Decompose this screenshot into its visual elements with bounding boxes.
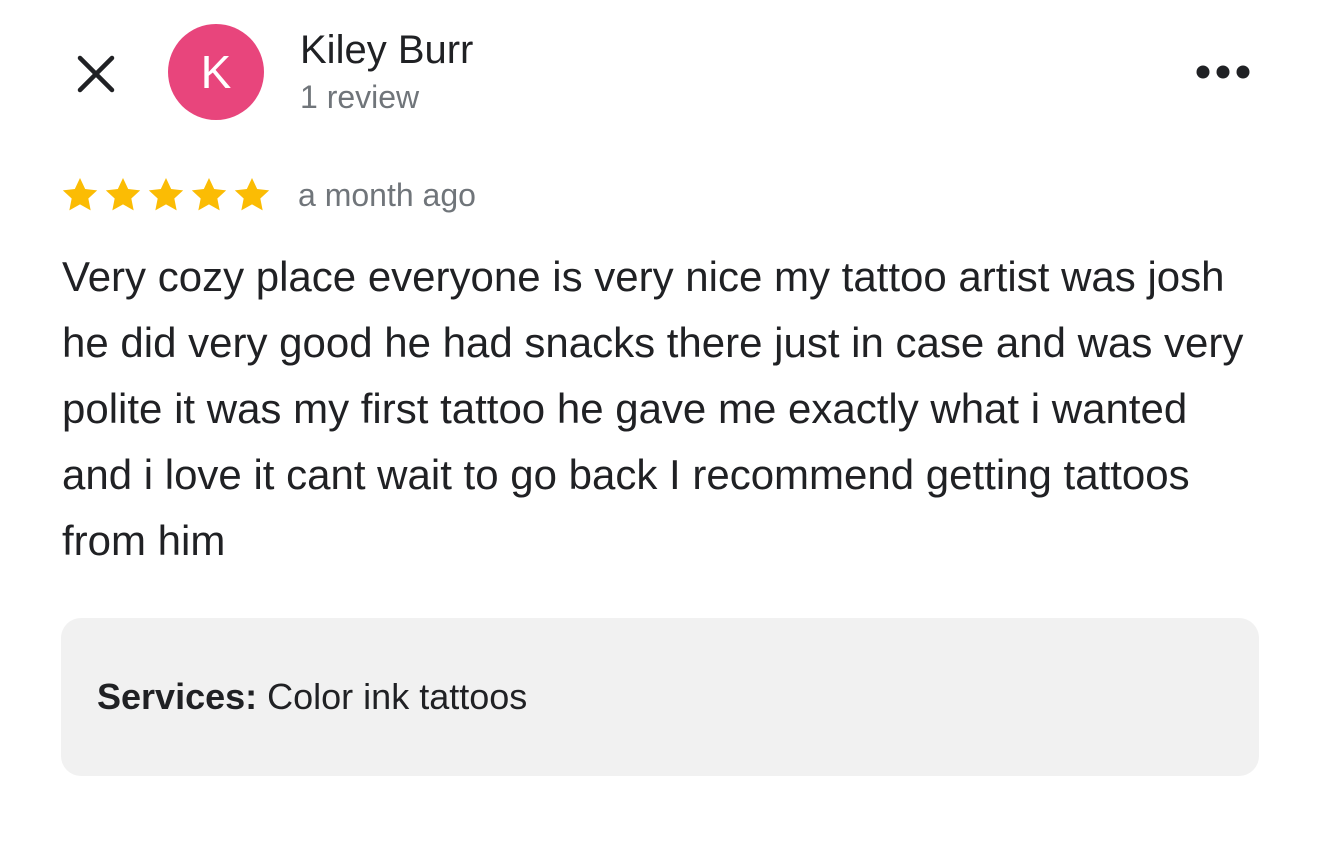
review-text: Very cozy place everyone is very nice my… (62, 253, 1244, 564)
close-icon (77, 55, 115, 93)
star-filled-icon (60, 175, 100, 215)
star-filled-icon (232, 175, 272, 215)
services-line: Services: Color ink tattoos (97, 675, 527, 719)
services-label: Services: (97, 676, 258, 717)
star-filled-icon (103, 175, 143, 215)
review-count: 1 review (300, 79, 420, 115)
services-value: Color ink tattoos (267, 676, 528, 717)
star-filled-icon (146, 175, 186, 215)
reviewer-name[interactable]: Kiley Burr (300, 27, 473, 73)
review-card: K Kiley Burr 1 review a month ago Very c… (0, 0, 1320, 847)
rating-row: a month ago (60, 170, 476, 220)
avatar[interactable]: K (168, 24, 264, 120)
avatar-initial: K (200, 46, 232, 98)
star-filled-icon (189, 175, 229, 215)
more-horizontal-icon (1196, 65, 1250, 79)
review-date: a month ago (298, 177, 476, 213)
close-button[interactable] (68, 46, 124, 102)
services-box: Services: Color ink tattoos (61, 618, 1259, 776)
more-options-button[interactable] (1190, 50, 1256, 94)
star-rating (60, 175, 272, 215)
